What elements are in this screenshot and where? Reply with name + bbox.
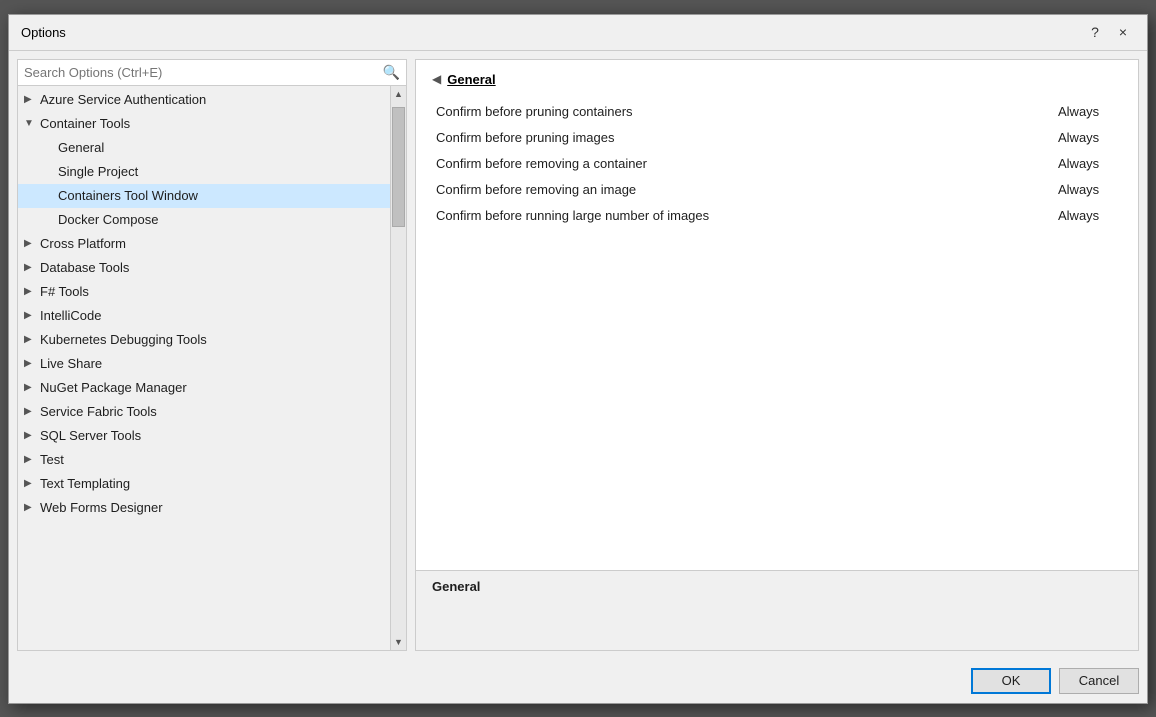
title-bar: Options ? × [9, 15, 1147, 51]
left-panel: 🔍 ▶Azure Service Authentication▼Containe… [17, 59, 407, 651]
section-title: General [447, 72, 495, 87]
option-row: Confirm before removing a containerAlway… [432, 151, 1122, 177]
option-value[interactable]: Always [1058, 208, 1118, 223]
expand-icon: ▶ [24, 478, 38, 489]
ok-button[interactable]: OK [971, 668, 1051, 694]
main-content: ◀ General Confirm before pruning contain… [415, 59, 1139, 571]
tree-item-label: NuGet Package Manager [40, 380, 187, 395]
tree-item-live-share[interactable]: ▶Live Share [18, 352, 390, 376]
search-box: 🔍 [18, 60, 406, 86]
expand-icon: ▶ [24, 382, 38, 393]
tree-item-containers-tool-window[interactable]: Containers Tool Window [18, 184, 390, 208]
option-label: Confirm before removing a container [436, 156, 1058, 171]
option-row: Confirm before running large number of i… [432, 203, 1122, 229]
expand-icon: ▶ [24, 406, 38, 417]
title-controls: ? × [1083, 20, 1135, 44]
tree-item-label: Text Templating [40, 476, 130, 491]
tree-item-test[interactable]: ▶Test [18, 448, 390, 472]
option-value[interactable]: Always [1058, 182, 1118, 197]
option-label: Confirm before removing an image [436, 182, 1058, 197]
search-input[interactable] [24, 65, 383, 80]
expand-icon: ▶ [24, 502, 38, 513]
tree-item-service-fabric-tools[interactable]: ▶Service Fabric Tools [18, 400, 390, 424]
tree-item-docker-compose[interactable]: Docker Compose [18, 208, 390, 232]
tree-item-container-tools[interactable]: ▼Container Tools [18, 112, 390, 136]
option-label: Confirm before running large number of i… [436, 208, 1058, 223]
options-table: Confirm before pruning containersAlwaysC… [432, 99, 1122, 229]
tree-area: ▶Azure Service Authentication▼Container … [18, 86, 406, 650]
option-value[interactable]: Always [1058, 130, 1118, 145]
tree-item-label: Database Tools [40, 260, 129, 275]
tree-item-label: Docker Compose [58, 212, 158, 227]
tree-item-nuget-package-manager[interactable]: ▶NuGet Package Manager [18, 376, 390, 400]
expand-icon: ▶ [24, 358, 38, 369]
option-label: Confirm before pruning containers [436, 104, 1058, 119]
expand-icon: ▶ [24, 262, 38, 273]
tree-item-intellicode[interactable]: ▶IntelliCode [18, 304, 390, 328]
expand-icon: ▶ [24, 334, 38, 345]
tree-item-sql-server-tools[interactable]: ▶SQL Server Tools [18, 424, 390, 448]
tree-item-label: Single Project [58, 164, 138, 179]
content-area: 🔍 ▶Azure Service Authentication▼Containe… [9, 51, 1147, 659]
help-button[interactable]: ? [1083, 20, 1107, 44]
tree-item-cross-platform[interactable]: ▶Cross Platform [18, 232, 390, 256]
tree-item-general[interactable]: General [18, 136, 390, 160]
right-panel: ◀ General Confirm before pruning contain… [415, 59, 1139, 651]
tree-item-label: Web Forms Designer [40, 500, 163, 515]
tree-item-label: SQL Server Tools [40, 428, 141, 443]
tree-item-web-forms-designer[interactable]: ▶Web Forms Designer [18, 496, 390, 520]
tree-item-label: IntelliCode [40, 308, 101, 323]
expand-icon: ▶ [24, 454, 38, 465]
tree-item-label: Test [40, 452, 64, 467]
scroll-thumb[interactable] [392, 107, 405, 227]
dialog-title: Options [21, 25, 1083, 40]
option-value[interactable]: Always [1058, 104, 1118, 119]
tree-item-kubernetes-debugging[interactable]: ▶Kubernetes Debugging Tools [18, 328, 390, 352]
close-button[interactable]: × [1111, 20, 1135, 44]
option-row: Confirm before removing an imageAlways [432, 177, 1122, 203]
option-row: Confirm before pruning containersAlways [432, 99, 1122, 125]
scroll-up-button[interactable]: ▲ [391, 86, 407, 102]
tree-item-label: Cross Platform [40, 236, 126, 251]
button-bar: OK Cancel [9, 659, 1147, 703]
tree-item-label: F# Tools [40, 284, 89, 299]
cancel-button[interactable]: Cancel [1059, 668, 1139, 694]
tree-item-database-tools[interactable]: ▶Database Tools [18, 256, 390, 280]
tree-item-label: Live Share [40, 356, 102, 371]
expand-icon: ▶ [24, 286, 38, 297]
description-text: General [432, 579, 480, 594]
expand-icon: ▶ [24, 430, 38, 441]
expand-icon: ▼ [24, 118, 38, 129]
tree-item-label: Kubernetes Debugging Tools [40, 332, 207, 347]
tree-item-single-project[interactable]: Single Project [18, 160, 390, 184]
scroll-track [391, 102, 406, 634]
scroll-down-button[interactable]: ▼ [391, 634, 407, 650]
tree-item-label: Service Fabric Tools [40, 404, 157, 419]
section-header: ◀ General [432, 72, 1122, 87]
tree-item-label: General [58, 140, 104, 155]
tree-item-label: Azure Service Authentication [40, 92, 206, 107]
tree-item-fsharp-tools[interactable]: ▶F# Tools [18, 280, 390, 304]
expand-icon: ▶ [24, 238, 38, 249]
option-row: Confirm before pruning imagesAlways [432, 125, 1122, 151]
collapse-icon[interactable]: ◀ [432, 72, 441, 86]
expand-icon: ▶ [24, 94, 38, 105]
tree-item-text-templating[interactable]: ▶Text Templating [18, 472, 390, 496]
option-label: Confirm before pruning images [436, 130, 1058, 145]
options-dialog: Options ? × 🔍 ▶Azure Service Authenticat… [8, 14, 1148, 704]
tree-item-azure-service-auth[interactable]: ▶Azure Service Authentication [18, 88, 390, 112]
tree-item-label: Container Tools [40, 116, 130, 131]
description-panel: General [415, 571, 1139, 651]
scrollbar: ▲ ▼ [390, 86, 406, 650]
tree-list: ▶Azure Service Authentication▼Container … [18, 86, 390, 650]
tree-item-label: Containers Tool Window [58, 188, 198, 203]
expand-icon: ▶ [24, 310, 38, 321]
option-value[interactable]: Always [1058, 156, 1118, 171]
search-icon: 🔍 [383, 64, 400, 81]
